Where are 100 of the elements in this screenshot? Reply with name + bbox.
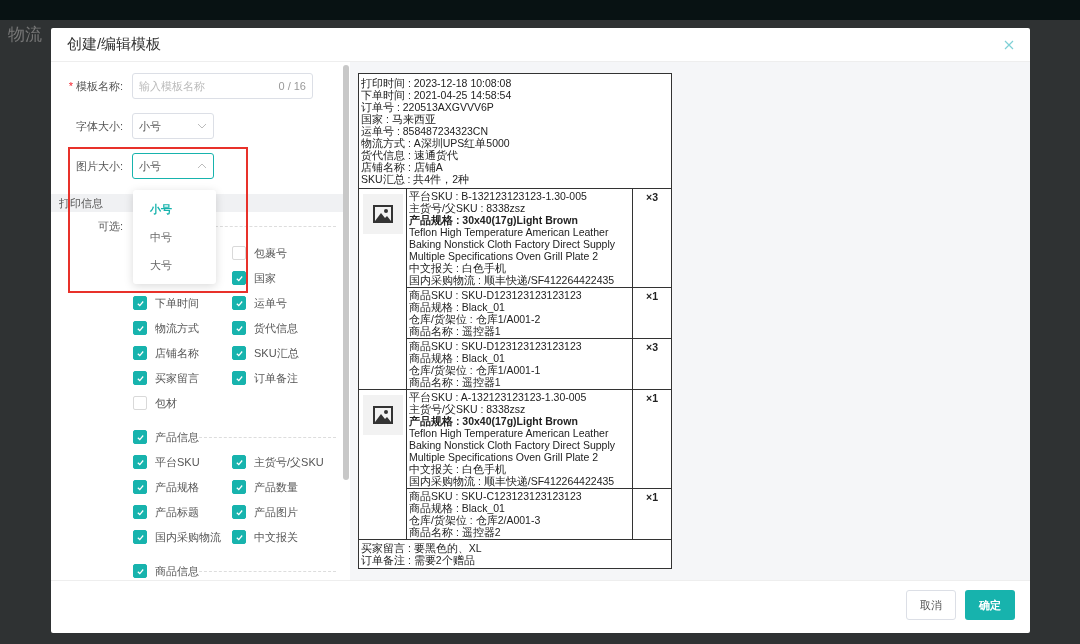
checkbox-label: 下单时间 — [155, 295, 199, 311]
check-icon — [135, 532, 145, 542]
dropdown-option[interactable]: 中号 — [133, 223, 216, 251]
check-icon — [135, 507, 145, 517]
preview-line: 商品名称 : 遥控器2 — [409, 526, 502, 538]
input-field[interactable]: 输入模板名称 — [139, 77, 259, 95]
checkbox-label: 主货号/父SKU — [254, 454, 324, 470]
preview-line: 主货号/父SKU : 8338zsz — [409, 202, 527, 214]
preview-line: 商品规格 : Black_01 — [409, 301, 506, 313]
optional-label: 可选: — [96, 219, 123, 235]
checkbox[interactable] — [232, 271, 246, 285]
checkbox-label: 产品规格 — [155, 479, 199, 495]
preview-line: SKU汇总 : 共4件，2种 — [361, 173, 471, 185]
check-icon — [135, 348, 145, 358]
preview-line: 产品规格 : 30x40(17g)Light Brown — [409, 214, 579, 226]
dropdown-option[interactable]: 大号 — [133, 251, 216, 279]
preview-line: 国家 : 马来西亚 — [361, 113, 437, 125]
checkbox-label: 国家 — [254, 270, 276, 286]
checkbox-label: 产品数量 — [254, 479, 298, 495]
preview-line: 中文报关 : 白色手机 — [409, 262, 506, 274]
preview-line: 国内采购物流 : 顺丰快递/SF412264422435 — [409, 274, 616, 286]
checkbox[interactable] — [133, 346, 147, 360]
preview-line: 商品名称 : 遥控器1 — [409, 376, 502, 388]
checkbox[interactable] — [232, 480, 246, 494]
field-label: 字体大小: — [75, 118, 123, 134]
checkbox[interactable] — [133, 564, 147, 578]
quantity: ×1 — [646, 392, 658, 406]
checkbox[interactable] — [133, 396, 147, 410]
image-icon — [371, 204, 394, 224]
checkbox-label: 包材 — [155, 395, 177, 411]
checkbox[interactable] — [232, 296, 246, 310]
checkbox[interactable] — [232, 505, 246, 519]
preview-line: 国内采购物流 : 顺丰快递/SF412264422435 — [409, 475, 616, 487]
select-field[interactable]: 小号 — [132, 113, 214, 139]
checkbox-label: SKU汇总 — [254, 345, 299, 361]
preview-line: 产品规格 : 30x40(17g)Light Brown — [409, 415, 579, 427]
preview-line: 下单时间 : 2021-04-25 14:58:54 — [361, 89, 513, 101]
checkbox[interactable] — [133, 430, 147, 444]
check-icon — [135, 457, 145, 467]
checkbox[interactable] — [133, 505, 147, 519]
check-icon — [234, 323, 244, 333]
checkbox-label: 国内采购物流 — [155, 529, 221, 545]
quantity: ×3 — [646, 191, 658, 205]
checkbox-label: 物流方式 — [155, 320, 199, 336]
page-title: 物流 — [8, 24, 42, 47]
preview-line: 打印时间 : 2023-12-18 10:08:08 — [361, 77, 513, 89]
checkbox[interactable] — [133, 455, 147, 469]
field-label: 图片大小: — [75, 158, 123, 174]
preview-line: 仓库/货架位 : 仓库2/A001-3 — [409, 514, 542, 526]
preview-line: 商品规格 : Black_01 — [409, 352, 506, 364]
checkbox-label: 产品图片 — [254, 504, 298, 520]
check-icon — [234, 273, 244, 283]
preview-line: 商品SKU : SKU-D123123123123123 — [409, 340, 583, 352]
character-count: 0 / 16 — [278, 78, 306, 94]
checkbox[interactable] — [133, 321, 147, 335]
checkbox-label: 包裹号 — [254, 245, 287, 261]
preview-line: 仓库/货架位 : 仓库1/A001-1 — [409, 364, 542, 376]
preview-line: 运单号 : 858487234323CN — [361, 125, 489, 137]
field-label: 模板名称: — [75, 78, 123, 94]
checkbox[interactable] — [133, 530, 147, 544]
preview-line: 商品规格 : Black_01 — [409, 502, 506, 514]
checkbox[interactable] — [133, 371, 147, 385]
checkbox[interactable] — [133, 480, 147, 494]
preview-line: 店铺名称 : 店铺A — [361, 161, 444, 173]
quantity: ×1 — [646, 491, 658, 505]
cancel-button[interactable]: 取消 — [906, 590, 956, 620]
checkbox-label: 产品标题 — [155, 504, 199, 520]
check-icon — [234, 348, 244, 358]
preview-line: Teflon High Temperature American Leather Baking Nonstick Cloth Factory Direct Supply Multiple Specifications Oven Grill Plate 2 — [409, 427, 616, 463]
checkbox[interactable] — [232, 371, 246, 385]
check-icon — [234, 482, 244, 492]
checkbox[interactable] — [232, 321, 246, 335]
preview-line: 订单号 : 220513AXGVVV6P — [361, 101, 495, 113]
checkbox-label: 平台SKU — [155, 454, 200, 470]
check-icon — [135, 482, 145, 492]
quantity: ×3 — [646, 341, 658, 355]
check-icon — [135, 298, 145, 308]
checkbox-label: 产品信息 — [155, 429, 199, 445]
checkbox-label: 店铺名称 — [155, 345, 199, 361]
checkbox[interactable] — [232, 246, 246, 260]
checkbox[interactable] — [232, 346, 246, 360]
select-field[interactable]: 小号 — [132, 153, 214, 179]
check-icon — [234, 298, 244, 308]
check-icon — [234, 507, 244, 517]
close-icon[interactable] — [1004, 39, 1014, 50]
preview-line: 主货号/父SKU : 8338zsz — [409, 403, 527, 415]
check-icon — [135, 432, 145, 442]
checkbox[interactable] — [232, 530, 246, 544]
check-icon — [135, 373, 145, 383]
scrollbar[interactable] — [343, 65, 349, 480]
preview-line: 平台SKU : B-132123123123-1.30-005 — [409, 190, 588, 202]
checkbox-label: 商品信息 — [155, 563, 199, 579]
preview-line: 订单备注 : 需要2个赠品 — [361, 554, 476, 566]
preview-line: Teflon High Temperature American Leather Baking Nonstick Cloth Factory Direct Supply Multiple Specifications Oven Grill Plate 2 — [409, 226, 616, 262]
modal-title: 创建/编辑模板 — [67, 34, 162, 55]
checkbox[interactable] — [232, 455, 246, 469]
checkbox-label: 订单备注 — [254, 370, 298, 386]
checkbox[interactable] — [133, 296, 147, 310]
checkbox-label: 运单号 — [254, 295, 287, 311]
check-icon — [135, 323, 145, 333]
